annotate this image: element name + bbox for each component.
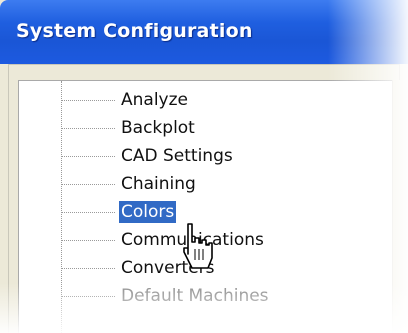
tree-item-label: Analyze xyxy=(121,90,188,110)
tree-branch-line xyxy=(61,156,115,157)
tree-item-label: Chaining xyxy=(121,174,196,194)
topics-tree: Analyze Backplot CAD Settings Chaining C… xyxy=(19,81,393,333)
tree-item-backplot[interactable]: Backplot xyxy=(61,115,381,141)
tree-branch-line xyxy=(61,184,115,185)
tree-item-colors[interactable]: Colors xyxy=(61,199,381,225)
tree-item-chaining[interactable]: Chaining xyxy=(61,171,381,197)
title-bar[interactable]: System Configuration xyxy=(0,0,408,64)
tree-branch-line xyxy=(61,100,115,101)
tree-branch-line xyxy=(61,212,115,213)
tree-branch-line xyxy=(61,128,115,129)
tree-item-communications[interactable]: Communications xyxy=(61,227,381,253)
window-title: System Configuration xyxy=(16,20,253,42)
system-configuration-window: System Configuration Analyze Backplot CA… xyxy=(0,0,408,333)
hand-cursor-icon xyxy=(183,223,213,269)
tree-item-label: Colors xyxy=(117,200,178,224)
tree-item-converters[interactable]: Converters xyxy=(61,255,381,281)
tree-item-default-machines[interactable]: Default Machines xyxy=(61,283,381,309)
tree-item-label: Default Machines xyxy=(121,286,269,306)
tree-item-label: Backplot xyxy=(121,118,195,138)
topics-tree-panel: Analyze Backplot CAD Settings Chaining C… xyxy=(18,80,393,333)
tree-item-analyze[interactable]: Analyze xyxy=(61,87,381,113)
tree-branch-line xyxy=(61,296,115,297)
tree-branch-line xyxy=(61,240,115,241)
right-pane-edge xyxy=(392,80,401,333)
tree-item-cad-settings[interactable]: CAD Settings xyxy=(61,143,381,169)
tree-item-label: CAD Settings xyxy=(121,146,233,166)
tree-branch-line xyxy=(61,268,115,269)
